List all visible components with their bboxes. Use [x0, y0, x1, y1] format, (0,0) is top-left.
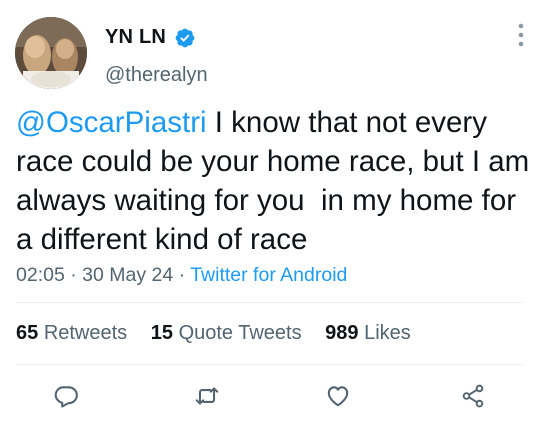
- divider: [16, 302, 524, 303]
- likes-label: Likes: [364, 322, 411, 344]
- action-bar: [0, 381, 540, 411]
- reply-icon: [54, 386, 78, 408]
- retweets-label: Retweets: [43, 322, 128, 344]
- more-icon[interactable]: [516, 22, 526, 48]
- quote-tweets-label: Quote Tweets: [178, 322, 302, 344]
- verified-badge-icon: [175, 28, 195, 47]
- engagement-stats: 65 Retweets 15 Quote Tweets 989 Likes: [16, 322, 429, 345]
- quote-tweets-stat[interactable]: 15 Quote Tweets: [151, 322, 302, 344]
- retweets-count: 65: [16, 322, 39, 344]
- tweet-meta: 02:05 · 30 May 24 · Twitter for Android: [16, 264, 347, 287]
- name-row: YN LN: [105, 26, 196, 49]
- share-button[interactable]: [458, 381, 488, 411]
- mention-link[interactable]: @OscarPiastri: [16, 106, 207, 139]
- user-handle[interactable]: @therealyn: [105, 64, 208, 87]
- tweet-source[interactable]: Twitter for Android: [190, 264, 347, 286]
- retweet-icon: [195, 387, 219, 405]
- reply-button[interactable]: [51, 381, 81, 411]
- tweet-text: @OscarPiastri I know that not every race…: [16, 103, 531, 259]
- retweet-button[interactable]: [192, 381, 222, 411]
- likes-stat[interactable]: 989 Likes: [325, 322, 411, 344]
- avatar-image: [15, 17, 87, 89]
- avatar[interactable]: [15, 17, 87, 89]
- quote-tweets-count: 15: [150, 322, 173, 344]
- meta-separator: ·: [70, 264, 77, 286]
- like-button[interactable]: [323, 381, 353, 411]
- share-icon: [462, 384, 484, 408]
- likes-count: 989: [325, 322, 359, 344]
- tweet-time[interactable]: 02:05: [16, 264, 65, 286]
- tweet-card: YN LN @therealyn @OscarPiastri I know th…: [0, 0, 540, 427]
- meta-separator: ·: [178, 264, 186, 286]
- tweet-date[interactable]: 30 May 24: [82, 264, 173, 286]
- display-name[interactable]: YN LN: [105, 26, 166, 49]
- retweets-stat[interactable]: 65 Retweets: [16, 322, 127, 344]
- like-icon: [327, 386, 349, 407]
- divider: [16, 364, 524, 365]
